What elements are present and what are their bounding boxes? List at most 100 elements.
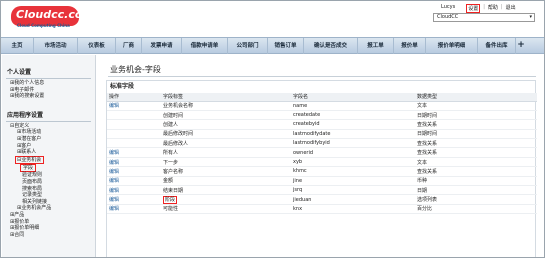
- nav-tab[interactable]: 报价单: [394, 38, 426, 54]
- cloudcc-logo[interactable]: Cloudcc.com Cloud Computing China: [11, 6, 94, 30]
- data-type: 文本: [415, 101, 537, 111]
- field-name: xyb: [291, 157, 415, 168]
- edit-link[interactable]: 编辑: [107, 185, 161, 196]
- field-label: 创建人: [161, 119, 291, 130]
- edit-link[interactable]: 编辑: [107, 176, 161, 187]
- edit-link[interactable]: 编辑: [107, 147, 161, 158]
- data-type: 币种: [415, 176, 537, 187]
- column-header: 字段标签: [161, 93, 291, 102]
- nav-tab[interactable]: 厂商: [116, 38, 142, 54]
- edit-link[interactable]: 编辑: [107, 101, 161, 111]
- nav-tab[interactable]: 借款申请单: [182, 38, 228, 54]
- divider: [108, 76, 536, 77]
- nav-tab[interactable]: 报工单: [358, 38, 394, 54]
- sidebar-item[interactable]: ⊞业务机会产品: [2, 205, 95, 212]
- table-row: 最后修改时间 lastmodifydate 日期时间: [107, 129, 537, 140]
- nav-tab[interactable]: 报价单明细: [426, 38, 478, 54]
- nav-tab[interactable]: 主页: [1, 38, 34, 54]
- field-name: name: [291, 101, 415, 111]
- user-name: Lucys: [441, 4, 456, 10]
- sidebar-item[interactable]: ⊞产品: [2, 212, 95, 219]
- nav-tab[interactable]: 发票申请: [142, 38, 182, 54]
- edit-link: [107, 110, 161, 121]
- data-type: 文本: [415, 157, 537, 168]
- field-name: jieduan: [291, 194, 415, 205]
- data-type: 查找关系: [415, 147, 537, 158]
- table-row: 编辑 业务机会名称 name 文本: [107, 101, 537, 111]
- dropdown-arrow-icon: ▾: [529, 14, 532, 20]
- column-header: 数据类型: [415, 93, 537, 102]
- sidebar-item[interactable]: ⊞潜在客户: [2, 136, 95, 143]
- help-link[interactable]: 帮助: [488, 4, 498, 13]
- field-label-highlight: 阶段: [163, 196, 178, 205]
- sidebar-subitem[interactable]: 验证规则: [2, 172, 95, 179]
- section-title: 标准字段: [110, 83, 135, 90]
- field-label: 业务机会名称: [161, 101, 291, 111]
- field-label: 所有人: [161, 147, 291, 158]
- sidebar-item[interactable]: ⊞我的搜索设置: [2, 93, 95, 100]
- data-type: 查找关系: [415, 166, 537, 177]
- logout-link[interactable]: 退出: [506, 4, 516, 13]
- standard-fields-block: 标准字段 操作 字段标签 字段名 数据类型 编辑 业务机会名称 name 文本 创建时间…: [106, 80, 537, 257]
- field-name: knx: [291, 204, 415, 215]
- field-name: lastmodifybyid: [291, 138, 415, 149]
- field-label: 下一步: [161, 157, 291, 168]
- field-label: 最后修改人: [161, 138, 291, 149]
- divider: [6, 120, 91, 122]
- nav-tab[interactable]: 备件出库: [478, 38, 516, 54]
- edit-link[interactable]: 编辑: [107, 204, 161, 215]
- sidebar-item[interactable]: ⊟自定义: [2, 123, 95, 130]
- nav-tab[interactable]: 确认是否成交: [304, 38, 358, 54]
- sidebar-item[interactable]: ⊞客户: [2, 143, 95, 150]
- field-name: lastmodifydate: [291, 129, 415, 140]
- nav-tab[interactable]: 公司部门: [228, 38, 268, 54]
- separator: |: [500, 4, 503, 10]
- nav-tab[interactable]: 市场活动: [34, 38, 78, 54]
- nav-tab[interactable]: 销售订单: [268, 38, 304, 54]
- top-links: Lucys 设置 | 帮助 | 退出: [441, 4, 516, 13]
- fields-table: 操作 字段标签 字段名 数据类型 编辑 业务机会名称 name 文本 创建时间 creat…: [107, 93, 537, 215]
- edit-link[interactable]: 编辑: [107, 166, 161, 177]
- data-type: 查找关系: [415, 138, 537, 149]
- field-name: createdate: [291, 110, 415, 121]
- edit-link: [107, 119, 161, 130]
- data-type: 日期时间: [415, 110, 537, 121]
- edit-link[interactable]: 编辑: [107, 157, 161, 168]
- separator: |: [483, 4, 485, 10]
- app-window: Cloudcc.com Cloud Computing China Lucys …: [0, 0, 545, 258]
- data-type: 日期时间: [415, 129, 537, 140]
- edit-link: [107, 129, 161, 140]
- field-label: 结束日期: [161, 185, 291, 196]
- field-label: 创建时间: [161, 110, 291, 121]
- sidebar-item[interactable]: ⊞我的个人信息: [2, 80, 95, 87]
- sidebar-item[interactable]: ⊞市场活动: [2, 129, 95, 136]
- sidebar-item[interactable]: ⊞报价单明细: [2, 225, 95, 232]
- column-header: 操作: [107, 93, 161, 102]
- sidebar-subitem[interactable]: 页面布局: [2, 179, 95, 186]
- field-name: khmc: [291, 166, 415, 177]
- sidebar-item[interactable]: ⊞合同: [2, 232, 95, 239]
- table-row: 编辑 结束日期 jsrq 日期: [107, 185, 537, 196]
- nav-tab[interactable]: 仪表板: [78, 38, 116, 54]
- setting-link[interactable]: 设置: [466, 4, 481, 13]
- column-header: 字段名: [291, 93, 415, 102]
- field-label: 可能性: [161, 204, 291, 215]
- table-row: 编辑 所有人 ownerid 查找关系: [107, 147, 537, 158]
- personal-settings-title: 个人设置: [7, 69, 32, 76]
- edit-link: [107, 138, 161, 149]
- table-row: 创建人 createbyid 查找关系: [107, 119, 537, 130]
- sidebar-subitem[interactable]: 记录类型: [2, 192, 95, 199]
- table-row: 最后修改人 lastmodifybyid 查找关系: [107, 138, 537, 149]
- sidebar-subitem[interactable]: 搜索布局: [2, 186, 95, 193]
- edit-link[interactable]: 编辑: [107, 194, 161, 205]
- field-label: 金额: [161, 176, 291, 187]
- sidebar-item[interactable]: ⊞联系人: [2, 149, 95, 156]
- main-nav: 主页 市场活动 仪表板 厂商 发票申请 借款申请单 公司部门 销售订单 确认是否成交 报工单 报价单…: [1, 37, 544, 54]
- app-select[interactable]: CloudCC ▾: [433, 13, 535, 22]
- data-type: 日期: [415, 185, 537, 196]
- add-tab-button[interactable]: +: [516, 38, 526, 54]
- divider: [6, 78, 91, 79]
- setup-sidebar: 个人设置 ⊞我的个人信息 ⊞电子邮件 ⊞我的搜索设置 应用程序设置 ⊟自定义 ⊞市场活…: [2, 55, 96, 257]
- sidebar-item[interactable]: ⊟业务机会: [15, 155, 45, 165]
- data-type: 查找关系: [415, 119, 537, 130]
